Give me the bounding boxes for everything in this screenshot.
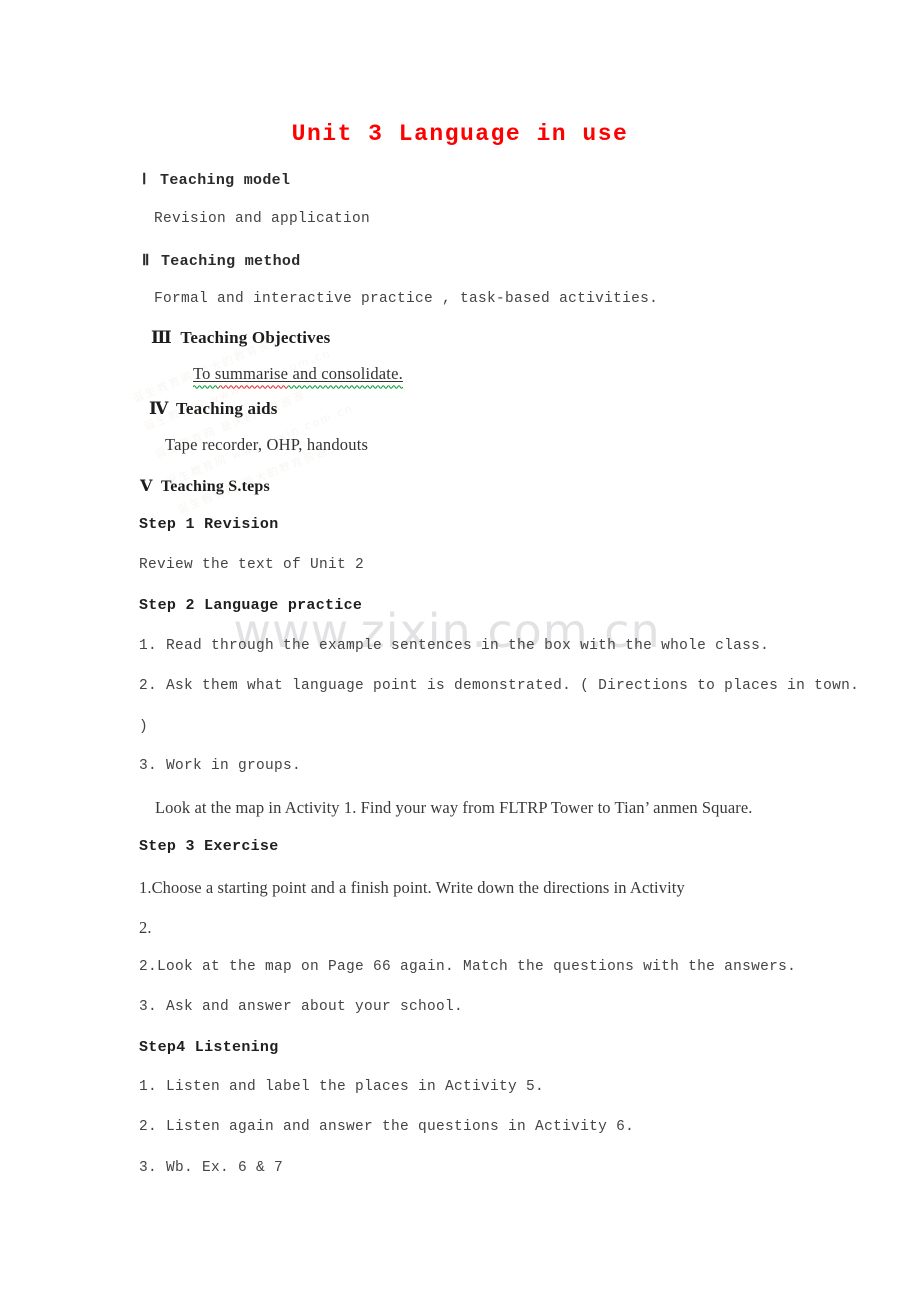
spellcheck-squiggle [193, 385, 403, 389]
spellchecked-phrase: To summarise and consolidate. [193, 364, 403, 389]
section-label-2: Teaching method [161, 253, 301, 270]
section-label-3: Teaching Objectives [180, 328, 331, 347]
section-label-4: Teaching aids [175, 399, 278, 418]
step-4-heading: Step4 Listening [139, 1039, 279, 1056]
section-heading-4: Ⅳ Teaching aids [149, 399, 278, 419]
section-body-4: Tape recorder, OHP, handouts [165, 435, 369, 454]
step-1-heading: Step 1 Revision [139, 516, 279, 533]
step-4-line-3: 3. Wb. Ex. 6 & 7 [139, 1160, 284, 1176]
section-body-1: Revision and application [154, 211, 371, 227]
section-numeral-2: Ⅱ [142, 253, 150, 270]
step-2-line-2: 2. Ask them what language point is demon… [139, 678, 860, 694]
step-2-line-5: Look at the map in Activity 1. Find your… [155, 798, 753, 817]
step-2-heading: Step 2 Language practice [139, 597, 363, 614]
step-3-heading: Step 3 Exercise [139, 838, 279, 855]
section-body-3: To summarise and consolidate. [193, 364, 403, 389]
step-4-line-2: 2. Listen again and answer the questions… [139, 1119, 635, 1135]
step-3-line-2: 2. [139, 918, 152, 937]
section-body-3-text: To summarise and consolidate. [193, 364, 403, 383]
section-numeral-1: Ⅰ [142, 172, 147, 189]
section-heading-1: Ⅰ Teaching model [142, 170, 290, 189]
step-3-line-4: 3. Ask and answer about your school. [139, 999, 464, 1015]
page-title: Unit 3 Language in use [291, 121, 629, 147]
section-heading-3: Ⅲ Teaching Objectives [151, 328, 330, 348]
section-numeral-4: Ⅳ [149, 399, 169, 418]
section-label-1: Teaching model [160, 172, 291, 189]
step-4-line-1: 1. Listen and label the places in Activi… [139, 1079, 545, 1095]
section-heading-5: Ⅴ Teaching S.teps [140, 476, 270, 496]
section-body-2-text: Formal and interactive practice , task-b… [154, 291, 659, 307]
section-body-2: Formal and interactive practice , task-b… [154, 291, 658, 307]
section-numeral-5: Ⅴ [140, 478, 153, 495]
step-1-line-1: Review the text of Unit 2 [139, 557, 365, 573]
step-2-line-1: 1. Read through the example sentences in… [139, 638, 770, 654]
step-3-line-1: 1.Choose a starting point and a finish p… [139, 878, 685, 897]
section-label-5: Teaching S.teps [160, 478, 270, 495]
document-page: 诞生教育网 最大的教育资源 诞生教育网 www.zixin.com.cn 诞生教… [0, 0, 920, 1302]
step-3-line-3: 2.Look at the map on Page 66 again. Matc… [139, 959, 797, 975]
step-2-line-4: 3. Work in groups. [139, 758, 302, 774]
section-heading-2: Ⅱ Teaching method [142, 251, 301, 270]
section-numeral-3: Ⅲ [151, 328, 172, 347]
step-2-line-3: ) [139, 719, 149, 735]
